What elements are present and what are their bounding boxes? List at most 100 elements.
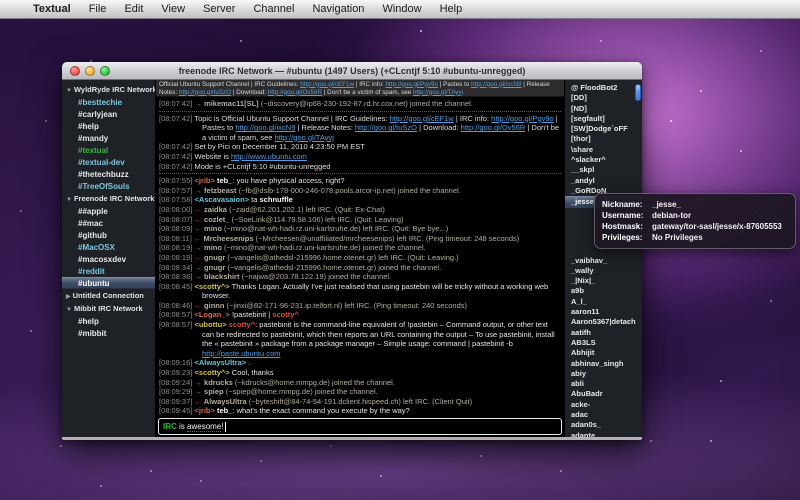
- message-segment: Cool, thanks: [230, 368, 274, 377]
- menu-server[interactable]: Server: [194, 3, 244, 15]
- sidebar-item-mandy[interactable]: #mandy: [62, 132, 155, 144]
- message-segment: schnuffle: [260, 195, 293, 204]
- user-list-item[interactable]: [SW]Dodge`oFF: [565, 124, 642, 134]
- message-segment: →: [194, 387, 204, 396]
- user-list-item[interactable]: ^slacker^: [565, 155, 642, 165]
- disclosure-open-icon[interactable]: ▼: [66, 88, 72, 94]
- sidebar-item-ubuntu[interactable]: #ubuntu: [62, 277, 155, 289]
- user-list-item[interactable]: abhinav_singh: [565, 359, 642, 369]
- message-link[interactable]: http://goo.gl/cEF1w: [390, 114, 454, 123]
- chat-log[interactable]: [08:07:42] → mikemac11[SL] (~discovery@i…: [156, 97, 564, 416]
- minimize-button[interactable]: [85, 66, 95, 76]
- user-list-item[interactable]: adac: [565, 410, 642, 420]
- menu-edit[interactable]: Edit: [115, 3, 152, 15]
- user-list-item[interactable]: AB3LS: [565, 338, 642, 348]
- message-input[interactable]: IRC is awesome!: [158, 418, 562, 435]
- sidebar-item-mibbit[interactable]: #mibbit: [62, 327, 155, 339]
- sidebar-item-TreeOfSouls[interactable]: #TreeOfSouls: [62, 180, 155, 192]
- user-list-item[interactable]: Aaron5367|detach: [565, 317, 642, 327]
- topic-link[interactable]: http://goo.gl/Ov56R: [268, 89, 322, 96]
- user-list-item[interactable]: _|Nix|_: [565, 276, 642, 286]
- user-list-item[interactable]: Abhijit: [565, 348, 642, 358]
- user-list-item[interactable]: adan0s_: [565, 420, 642, 430]
- topic-link[interactable]: http://goo.gl/Pgv9o: [385, 81, 438, 88]
- disclosure-closed-icon[interactable]: ▶: [66, 294, 71, 300]
- user-list-item[interactable]: abiy: [565, 369, 642, 379]
- chat-message: [08:09:23] <scotty^> Cool, thanks: [159, 368, 561, 378]
- user-list-item[interactable]: [segfault]: [565, 114, 642, 124]
- user-list-item[interactable]: abli: [565, 379, 642, 389]
- message-link[interactable]: http://goo.gl/Pgv9o: [491, 114, 554, 123]
- sidebar-item-mac[interactable]: ##mac: [62, 217, 155, 229]
- zoom-button[interactable]: [100, 66, 110, 76]
- sidebar-item-apple[interactable]: ##apple: [62, 205, 155, 217]
- disclosure-open-icon[interactable]: ▼: [66, 307, 72, 313]
- sidebar-item-help[interactable]: #help: [62, 120, 155, 132]
- user-list-item[interactable]: _andyl: [565, 176, 642, 186]
- close-button[interactable]: [70, 66, 80, 76]
- network-header[interactable]: ▼Freenode IRC Network: [62, 192, 155, 205]
- topic-link[interactable]: http://goo.gl/tuSzO: [179, 89, 231, 96]
- sidebar-item-MacOSX[interactable]: #MacOSX: [62, 241, 155, 253]
- sidebar-item-macosxdev[interactable]: #macosxdev: [62, 253, 155, 265]
- menu-bar: TextualFileEditViewServerChannelNavigati…: [0, 0, 800, 19]
- message-segment: Website is: [194, 152, 231, 161]
- user-list-item[interactable]: _vaibhav_: [565, 256, 642, 266]
- network-header[interactable]: ▼WyldRyde IRC Network: [62, 83, 155, 96]
- message-link[interactable]: http://paste.ubuntu.com: [202, 349, 280, 358]
- sidebar-item-textual-dev[interactable]: #textual-dev: [62, 156, 155, 168]
- user-list-item[interactable]: [ND]: [565, 104, 642, 114]
- topic-link[interactable]: http://goo.gl/TAyvj: [413, 89, 463, 96]
- topic-link[interactable]: http://goo.gl/ixcN9: [471, 81, 521, 88]
- message-segment: mino: [204, 243, 222, 252]
- user-list-item[interactable]: A_l_: [565, 297, 642, 307]
- user-list-item[interactable]: a9b: [565, 286, 642, 296]
- sidebar-item-help[interactable]: #help: [62, 315, 155, 327]
- sidebar-item-reddit[interactable]: #reddit: [62, 265, 155, 277]
- sidebar-item-besttechie[interactable]: #besttechie: [62, 96, 155, 108]
- user-list-item[interactable]: @ FloodBot2: [565, 83, 642, 93]
- userlist-scrollbar-thumb[interactable]: [635, 84, 641, 101]
- message-link[interactable]: http://goo.gl/tuSzO: [355, 123, 417, 132]
- disclosure-open-icon[interactable]: ▼: [66, 197, 72, 203]
- message-segment: (~discovery@ip68-230-192-87.rd.hr.cox.ne…: [259, 99, 473, 108]
- user-list-item[interactable]: _wally: [565, 266, 642, 276]
- window-titlebar[interactable]: freenode IRC Network — #ubuntu (1497 Use…: [62, 62, 642, 80]
- tooltip-value: debian-tor: [652, 210, 691, 221]
- network-header[interactable]: ▶Untitled Connection: [62, 289, 155, 302]
- message-link[interactable]: http://goo.gl/TAyvj: [275, 133, 334, 142]
- user-list-item[interactable]: [thor]: [565, 134, 642, 144]
- timestamp: [08:08:45]: [159, 282, 194, 291]
- message-segment: Mode is +CLcntjf 5:10 #ubuntu-unregged: [194, 162, 330, 171]
- menu-textual[interactable]: Textual: [24, 3, 80, 15]
- message-link[interactable]: http://goo.gl/Ov56R: [461, 123, 526, 132]
- menu-file[interactable]: File: [80, 3, 116, 15]
- tooltip-label: Privileges:: [602, 232, 652, 243]
- message-segment: Mrcheesenips: [203, 234, 253, 243]
- user-list-item[interactable]: adante: [565, 431, 642, 437]
- topic-text: | IRC info:: [354, 81, 385, 88]
- network-header[interactable]: ▼Mibbit IRC Network: [62, 302, 155, 315]
- message-link[interactable]: http://goo.gl/ixcN9: [235, 123, 295, 132]
- topic-link[interactable]: http://goo.gl/cEF1w: [300, 81, 354, 88]
- user-list-item[interactable]: [DD]: [565, 93, 642, 103]
- user-list-item[interactable]: AbuBadr: [565, 389, 642, 399]
- sidebar-item-github[interactable]: #github: [62, 229, 155, 241]
- chat-message: [08:07:42] Topic is Official Ubuntu Supp…: [159, 114, 561, 143]
- user-list-item[interactable]: aaron11: [565, 307, 642, 317]
- user-list-item[interactable]: __skpl: [565, 165, 642, 175]
- menu-view[interactable]: View: [152, 3, 194, 15]
- sidebar-item-textual[interactable]: #textual: [62, 144, 155, 156]
- timestamp: [08:09:29]: [159, 387, 194, 396]
- menu-navigation[interactable]: Navigation: [303, 3, 373, 15]
- sidebar-item-thetechbuzz[interactable]: #thetechbuzz: [62, 168, 155, 180]
- menu-window[interactable]: Window: [373, 3, 430, 15]
- sidebar-item-carlyjean[interactable]: #carlyjean: [62, 108, 155, 120]
- message-link[interactable]: http://www.ubuntu.com: [231, 152, 307, 161]
- user-list-item[interactable]: aatifh: [565, 328, 642, 338]
- menu-help[interactable]: Help: [431, 3, 472, 15]
- timestamp: [08:09:16]: [159, 358, 194, 367]
- user-list-item[interactable]: acke-: [565, 400, 642, 410]
- menu-channel[interactable]: Channel: [244, 3, 303, 15]
- user-list-item[interactable]: \share: [565, 145, 642, 155]
